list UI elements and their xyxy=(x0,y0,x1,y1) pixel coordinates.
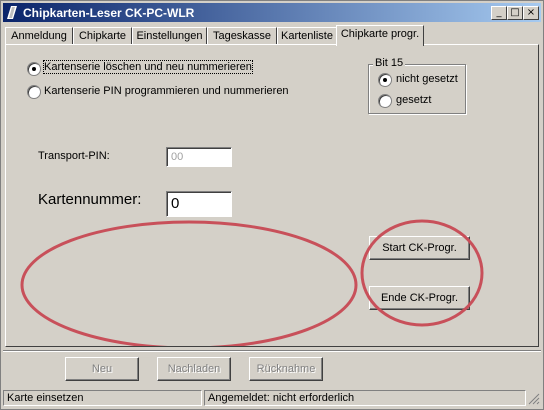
card-number-label: Kartennummer: xyxy=(38,191,142,208)
radio-pin[interactable] xyxy=(27,85,41,99)
radio-bit15-not-set[interactable] xyxy=(378,73,392,87)
transport-pin-input[interactable]: 00 xyxy=(166,147,232,167)
radio-selected-dot xyxy=(32,67,36,71)
app-window: Chipkarten-Leser CK-PC-WLR _ □ × Anmeldu… xyxy=(0,0,544,410)
new-button[interactable]: Neu xyxy=(65,357,139,381)
close-button[interactable]: × xyxy=(523,6,539,20)
minimize-button[interactable]: _ xyxy=(491,6,507,20)
radio-erase-label[interactable]: Kartenserie löschen und neu nummerieren xyxy=(43,60,253,74)
separator xyxy=(3,350,541,352)
start-ck-progr-button[interactable]: Start CK-Progr. xyxy=(369,236,470,260)
window-title: Chipkarten-Leser CK-PC-WLR xyxy=(23,6,195,20)
maximize-button[interactable]: □ xyxy=(507,6,523,20)
end-ck-progr-button[interactable]: Ende CK-Progr. xyxy=(369,286,470,310)
radio-bit15-set[interactable] xyxy=(378,94,392,108)
transport-pin-label: Transport-PIN: xyxy=(38,150,110,162)
title-bar[interactable]: Chipkarten-Leser CK-PC-WLR _ □ × xyxy=(3,3,541,22)
status-bar: Karte einsetzen Angemeldet: nicht erford… xyxy=(3,390,541,408)
resize-grip-icon[interactable] xyxy=(528,393,540,405)
radio-erase[interactable] xyxy=(27,62,41,76)
radio-pin-label[interactable]: Kartenserie PIN programmieren und nummer… xyxy=(44,85,289,97)
annotation-ellipse-left xyxy=(20,220,358,346)
radio-bit15-not-set-label[interactable]: nicht gesetzt xyxy=(396,73,458,85)
reload-button[interactable]: Nachladen xyxy=(157,357,231,381)
status-left: Karte einsetzen xyxy=(3,390,202,406)
bit15-legend: Bit 15 xyxy=(373,57,406,69)
app-icon xyxy=(7,6,17,19)
status-right: Angemeldet: nicht erforderlich xyxy=(204,390,526,406)
tab-chipkarte-progr[interactable]: Chipkarte progr. xyxy=(336,25,424,46)
radio-selected-dot xyxy=(383,78,387,82)
radio-bit15-set-label[interactable]: gesetzt xyxy=(396,94,431,106)
withdraw-button[interactable]: Rücknahme xyxy=(249,357,323,381)
tab-panel: Kartenserie löschen und neu nummerieren … xyxy=(5,44,539,347)
card-number-input[interactable]: 0 xyxy=(166,191,232,217)
